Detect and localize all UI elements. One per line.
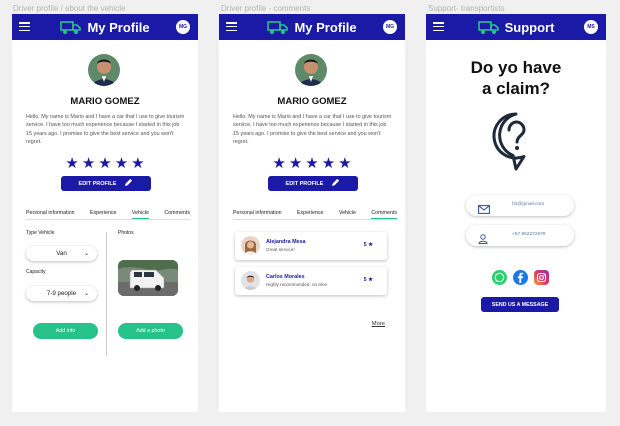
tab-personal-information[interactable]: Personal information	[26, 210, 75, 219]
profile-photo	[295, 54, 327, 86]
commenter-name: Carlos Morales	[266, 274, 305, 280]
tab-vehicle[interactable]: Vehicle	[339, 210, 356, 219]
more-link[interactable]: More	[372, 321, 385, 327]
profile-photo	[88, 54, 120, 86]
star-icon: ★	[81, 155, 96, 172]
frame-caption-support: Support- transportists	[428, 4, 505, 13]
profile-tabs: Personal information Experience Vehicle …	[26, 210, 190, 219]
question-bubble-icon	[491, 111, 541, 178]
email-field[interactable]: f2t@gmail.com	[466, 195, 574, 216]
phone-field[interactable]: +57 962272679	[466, 225, 574, 246]
star-icon: ★	[114, 155, 129, 172]
comment-rating-value: 5	[363, 242, 367, 248]
avatar[interactable]: MG	[383, 20, 397, 34]
mail-icon	[478, 201, 490, 219]
star-icon: ★	[305, 155, 319, 172]
tab-experience[interactable]: Experience	[90, 210, 117, 219]
whatsapp-icon[interactable]	[492, 270, 507, 285]
driver-name: MARIO GOMEZ	[70, 96, 140, 107]
phone-value: +57 962272679	[512, 232, 546, 237]
top-bar: Support MS	[426, 14, 606, 40]
tab-personal-information[interactable]: Personal information	[233, 210, 282, 219]
chevron-down-icon: ⌄	[83, 291, 89, 297]
tab-divider	[233, 219, 397, 220]
commenter-avatar	[241, 271, 260, 290]
screen-profile-vehicle: My Profile MG MARIO GOMEZ Hello. My name…	[12, 14, 198, 412]
rating-stars: ★ ★ ★ ★ ★	[12, 155, 198, 172]
star-icon: ★	[338, 155, 352, 172]
claim-heading-line2: a claim?	[481, 79, 551, 98]
comment-card[interactable]: Alejandra Mesa Great service! 5 ★	[235, 232, 387, 260]
driver-bio: Hello. My name is Mario and I have a car…	[26, 114, 185, 146]
tab-vehicle[interactable]: Vehicle	[131, 210, 149, 219]
tab-comments[interactable]: Comments	[371, 210, 397, 219]
instagram-icon[interactable]	[534, 270, 549, 285]
pencil-icon	[331, 178, 340, 189]
claim-heading: Do yo have a claim?	[426, 57, 606, 99]
top-bar: My Profile MG	[219, 14, 405, 40]
claim-heading-line1: Do yo have	[470, 58, 562, 77]
edit-profile-label: EDIT PROFILE	[78, 180, 117, 187]
tab-divider	[26, 219, 190, 220]
frame-caption-comments: Driver profile - comments	[221, 4, 311, 13]
driver-name: MARIO GOMEZ	[277, 96, 347, 107]
edit-profile-label: EDIT PROFILE	[285, 180, 324, 187]
pencil-icon	[124, 178, 133, 189]
capacity-select[interactable]: 7-9 people ⌄	[26, 286, 97, 301]
truck-icon	[60, 19, 82, 35]
top-bar: My Profile MG	[12, 14, 198, 40]
star-icon: ★	[368, 242, 373, 248]
page-title: My Profile	[294, 19, 357, 35]
comment-text: Great service!	[266, 247, 295, 252]
profile-tabs: Personal information Experience Vehicle …	[233, 210, 397, 219]
comment-rating: 5 ★	[364, 277, 373, 283]
facebook-icon[interactable]	[513, 270, 528, 285]
add-info-button[interactable]: Add info	[33, 323, 98, 339]
comment-text: Highly recommended, on time	[266, 282, 328, 287]
type-vehicle-value: Van	[56, 250, 67, 257]
edit-profile-button[interactable]: EDIT PROFILE	[268, 176, 358, 191]
comment-rating: 5 ★	[364, 242, 373, 248]
driver-bio: Hello. My name is Mario and I have a car…	[233, 114, 392, 146]
send-message-button[interactable]: SEND US A MESSAGE	[481, 297, 559, 312]
screen-support: Support MS Do yo have a claim? f2t@gmail…	[426, 14, 606, 412]
comment-rating-value: 5	[363, 277, 367, 283]
edit-profile-button[interactable]: EDIT PROFILE	[61, 176, 151, 191]
truck-icon	[477, 19, 500, 35]
column-divider	[106, 232, 107, 356]
tab-comments[interactable]: Comments	[164, 210, 190, 219]
star-icon: ★	[288, 155, 303, 172]
star-icon: ★	[131, 155, 145, 172]
chevron-down-icon: ⌄	[83, 251, 89, 257]
photos-label: Photos	[118, 230, 134, 236]
page-title: My Profile	[87, 19, 150, 35]
add-photo-button[interactable]: Add a photo	[118, 323, 183, 339]
screen-profile-comments: My Profile MG MARIO GOMEZ Hello. My name…	[219, 14, 405, 412]
commenter-name: Alejandra Mesa	[266, 239, 306, 245]
social-links	[492, 270, 549, 285]
user-icon	[478, 231, 488, 249]
avatar[interactable]: MS	[584, 20, 598, 34]
commenter-avatar	[241, 236, 260, 255]
star-icon: ★	[368, 277, 373, 283]
star-icon: ★	[272, 155, 286, 172]
page-title: Support	[504, 19, 555, 35]
capacity-label: Capacity	[26, 269, 46, 275]
email-value: f2t@gmail.com	[512, 202, 545, 207]
star-icon: ★	[321, 155, 336, 172]
star-icon: ★	[65, 155, 79, 172]
type-vehicle-label: Type Vehicle	[26, 230, 55, 236]
vehicle-photo[interactable]	[118, 260, 178, 296]
capacity-value: 7-9 people	[46, 290, 77, 297]
truck-icon	[267, 19, 289, 35]
tab-experience[interactable]: Experience	[297, 210, 324, 219]
frame-caption-vehicle: Driver profile / about the vehicle	[13, 4, 126, 13]
rating-stars: ★ ★ ★ ★ ★	[219, 155, 405, 172]
star-icon: ★	[98, 155, 112, 172]
type-vehicle-select[interactable]: Van ⌄	[26, 246, 97, 261]
avatar[interactable]: MG	[176, 20, 190, 34]
comment-card[interactable]: Carlos Morales Highly recommended, on ti…	[235, 267, 387, 295]
